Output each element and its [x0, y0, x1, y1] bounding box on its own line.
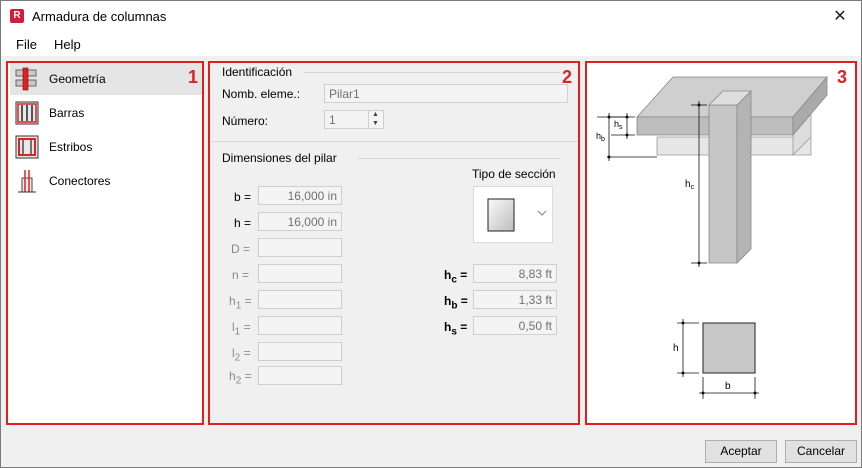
nav-label-stirrups: Estribos: [49, 140, 93, 154]
section-type-label: Tipo de sección: [472, 167, 556, 181]
title-bar: R Armadura de columnas ✕: [1, 1, 861, 32]
nav-item-stirrups[interactable]: Estribos: [10, 131, 202, 163]
h2-field[interactable]: [258, 366, 342, 385]
group-divider: [304, 72, 560, 73]
chevron-down-icon: [537, 210, 547, 216]
h-diagram-label: h: [673, 343, 679, 354]
d-field[interactable]: [258, 238, 342, 257]
preview-panel: 3 hs hb hc h b: [585, 61, 857, 425]
hc-label: hc =: [444, 268, 468, 286]
window-title: Armadura de columnas: [32, 9, 167, 24]
b-field[interactable]: 16,000 in: [258, 186, 342, 205]
section-square: [702, 322, 756, 374]
hs-label: hs =: [444, 320, 468, 338]
section-type-dropdown[interactable]: [473, 186, 553, 243]
section-shape-icon: [487, 198, 547, 232]
n-field[interactable]: [258, 264, 342, 283]
bars-icon: [15, 101, 39, 125]
dimensions-group-title: Dimensiones del pilar: [222, 151, 337, 165]
cancel-button[interactable]: Cancelar: [785, 440, 857, 463]
hb-diagram-label: hb: [596, 131, 605, 143]
h-label: h =: [234, 216, 252, 230]
dialog-window: R Armadura de columnas ✕ File Help Geome…: [0, 0, 862, 468]
l2-field[interactable]: [258, 342, 342, 361]
section-divider: [212, 141, 578, 142]
h1-label: h1 =: [229, 294, 252, 312]
hs-field[interactable]: 0,50 ft: [473, 316, 557, 335]
number-label: Número:: [222, 114, 269, 128]
close-button[interactable]: ✕: [819, 1, 861, 32]
h2-label: h2 =: [229, 369, 252, 387]
element-name-field[interactable]: Pilar1: [324, 84, 568, 103]
b-diagram-label: b: [725, 381, 731, 392]
hb-label: hb =: [444, 294, 468, 312]
h-field[interactable]: 16,000 in: [258, 212, 342, 231]
annotation-number-1: 1: [188, 67, 199, 87]
accept-button[interactable]: Aceptar: [705, 440, 777, 463]
hc-diagram-label: hc: [685, 179, 695, 191]
hb-field[interactable]: 1,33 ft: [473, 290, 557, 309]
menu-bar: File Help: [1, 32, 861, 56]
stepper-up-icon[interactable]: ▲: [369, 110, 382, 119]
b-label: b =: [234, 190, 252, 204]
identification-group-title: Identificación: [222, 65, 293, 79]
stirrups-icon: [15, 135, 39, 159]
nav-label-bars: Barras: [49, 106, 85, 120]
geometry-icon: [15, 67, 37, 91]
navigation-panel: Geometría Barras Estribos Conectores 1: [6, 61, 204, 425]
connectors-icon: [18, 170, 36, 193]
nav-item-geometry[interactable]: Geometría: [10, 63, 202, 95]
menu-help[interactable]: Help: [54, 37, 81, 52]
nav-item-connectors[interactable]: Conectores: [10, 165, 202, 197]
menu-file[interactable]: File: [16, 37, 37, 52]
n-label: n =: [232, 268, 250, 282]
element-name-label: Nomb. eleme.:: [222, 87, 301, 101]
nav-item-bars[interactable]: Barras: [10, 97, 202, 129]
column-side: [736, 90, 752, 264]
l1-label: l1 =: [232, 320, 251, 338]
l2-label: l2 =: [232, 346, 251, 364]
nav-label-geometry: Geometría: [49, 72, 106, 86]
h1-field[interactable]: [258, 290, 342, 309]
hc-field[interactable]: 8,83 ft: [473, 264, 557, 283]
hs-diagram-label: hs: [614, 119, 623, 131]
nav-label-connectors: Conectores: [49, 174, 111, 188]
l1-field[interactable]: [258, 316, 342, 335]
number-stepper[interactable]: ▲ ▼: [368, 110, 382, 129]
column-front: [708, 104, 738, 264]
stepper-down-icon[interactable]: ▼: [369, 119, 382, 128]
d-label: D =: [231, 242, 251, 256]
app-logo-icon: R: [10, 9, 24, 23]
column-diagram: hs hb hc h b: [596, 75, 828, 399]
properties-panel: 2 Identificación Nomb. eleme.: Pilar1 Nú…: [208, 61, 580, 425]
group-divider: [358, 158, 560, 159]
